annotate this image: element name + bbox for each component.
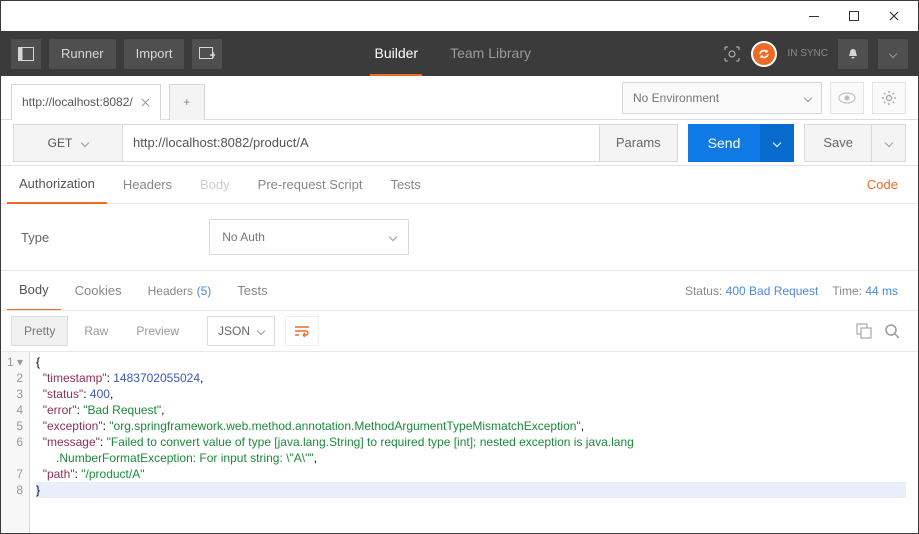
window-close-button[interactable] <box>874 1 914 31</box>
resp-tab-headers[interactable]: Headers (5) <box>136 271 224 310</box>
window-titlebar <box>1 1 918 31</box>
environment-view-button[interactable] <box>830 82 864 114</box>
request-tab[interactable]: http://localhost:8082/ <box>11 84 161 120</box>
resp-tab-tests[interactable]: Tests <box>225 271 279 310</box>
request-tabs-row: http://localhost:8082/ + No Environment <box>1 76 918 120</box>
method-select[interactable]: GET <box>13 124 123 162</box>
url-input[interactable] <box>123 124 600 162</box>
window-minimize-button[interactable] <box>794 1 834 31</box>
response-body: 1 ▾2345678 { "timestamp": 1483702055024,… <box>1 352 918 533</box>
environment-select[interactable]: No Environment <box>622 82 822 114</box>
subtab-body[interactable]: Body <box>188 166 242 203</box>
send-button[interactable]: Send <box>688 124 761 162</box>
notifications-button[interactable] <box>838 39 868 69</box>
environment-settings-button[interactable] <box>872 82 906 114</box>
topbar: Runner Import Builder Team Library IN SY… <box>1 31 918 76</box>
close-icon[interactable] <box>141 98 150 107</box>
view-pretty-button[interactable]: Pretty <box>11 316 68 346</box>
resp-tab-body[interactable]: Body <box>7 270 61 311</box>
new-tab-button[interactable] <box>192 39 222 69</box>
request-bar: GET Params Send Save <box>1 120 918 166</box>
request-tab-label: http://localhost:8082/ <box>22 95 133 109</box>
response-status: Status: 400 Bad Request Time: 44 ms <box>685 284 912 298</box>
view-raw-button[interactable]: Raw <box>72 316 120 346</box>
save-button[interactable]: Save <box>804 124 872 162</box>
view-preview-button[interactable]: Preview <box>124 316 191 346</box>
request-subtabs: Authorization Headers Body Pre-request S… <box>1 166 918 204</box>
user-menu-button[interactable] <box>878 39 908 69</box>
response-code[interactable]: { "timestamp": 1483702055024, "status": … <box>30 352 912 533</box>
auth-type-label: Type <box>21 230 49 245</box>
capture-icon[interactable] <box>723 45 741 63</box>
subtab-pre-request[interactable]: Pre-request Script <box>246 166 375 203</box>
copy-icon[interactable] <box>856 323 872 339</box>
auth-type-select[interactable]: No Auth <box>209 219 409 255</box>
subtab-headers[interactable]: Headers <box>111 166 184 203</box>
subtab-tests[interactable]: Tests <box>378 166 432 203</box>
auth-panel: Type No Auth <box>1 204 918 270</box>
search-icon[interactable] <box>884 323 900 339</box>
tab-team-library[interactable]: Team Library <box>446 32 535 76</box>
response-tabs: Body Cookies Headers (5) Tests Status: 4… <box>1 270 918 310</box>
import-button[interactable]: Import <box>124 39 185 69</box>
send-dropdown[interactable] <box>760 124 794 162</box>
sync-icon[interactable] <box>751 41 777 67</box>
params-button[interactable]: Params <box>600 124 678 162</box>
add-request-tab-button[interactable]: + <box>169 84 205 120</box>
sidebar-toggle-button[interactable] <box>11 39 41 69</box>
save-dropdown[interactable] <box>872 124 906 162</box>
tab-builder[interactable]: Builder <box>370 32 422 76</box>
code-link[interactable]: Code <box>867 177 912 192</box>
line-gutter: 1 ▾2345678 <box>1 352 30 533</box>
main-tabs: Builder Team Library <box>370 32 535 76</box>
response-view-row: Pretty Raw Preview JSON <box>1 310 918 352</box>
runner-button[interactable]: Runner <box>49 39 116 69</box>
line-wrap-button[interactable] <box>285 316 319 346</box>
window-maximize-button[interactable] <box>834 1 874 31</box>
resp-tab-cookies[interactable]: Cookies <box>63 271 134 310</box>
subtab-authorization[interactable]: Authorization <box>7 165 107 204</box>
sync-status-text: IN SYNC <box>787 48 828 59</box>
format-select[interactable]: JSON <box>207 316 275 346</box>
